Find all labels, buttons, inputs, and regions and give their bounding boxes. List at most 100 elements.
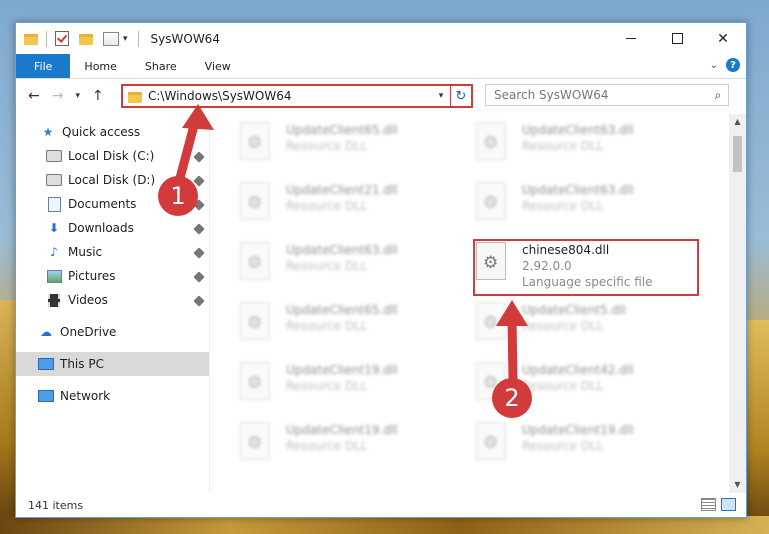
file-type: Resource DLL xyxy=(286,319,368,333)
pin-icon[interactable] xyxy=(193,246,205,259)
pin-icon[interactable] xyxy=(193,222,205,235)
main-body: ★ Quick access Local Disk (C:) Local Dis… xyxy=(16,114,746,493)
file-name: UpdateClient19.dll xyxy=(286,423,398,437)
pin-icon[interactable] xyxy=(193,174,205,187)
file-name: UpdateClient19.dll xyxy=(522,423,634,437)
divider xyxy=(46,30,47,47)
forward-arrow-icon[interactable]: → xyxy=(52,88,64,104)
address-bar[interactable]: C:\Windows\SysWOW64 ▾ ↻ xyxy=(121,84,473,108)
document-icon xyxy=(46,196,62,212)
file-name: UpdateClient5.dll xyxy=(522,303,626,317)
file-type: Resource DLL xyxy=(286,139,368,153)
file-type: Resource DLL xyxy=(522,139,604,153)
help-icon[interactable]: ? xyxy=(726,58,740,72)
nav-item-music[interactable]: ♪ Music xyxy=(16,240,209,264)
pin-icon[interactable] xyxy=(193,294,205,307)
scroll-up-icon[interactable]: ▲ xyxy=(729,114,746,130)
file-type: Resource DLL xyxy=(286,259,368,273)
nav-item-local-disk-c[interactable]: Local Disk (C:) xyxy=(16,144,209,168)
file-type: Resource DLL xyxy=(522,199,604,213)
nav-item-quick-access[interactable]: ★ Quick access xyxy=(16,120,209,144)
tab-file[interactable]: File xyxy=(16,54,71,78)
search-icon[interactable]: ⌕ xyxy=(708,88,728,103)
folder-icon xyxy=(24,34,38,45)
back-arrow-icon[interactable]: ← xyxy=(28,88,40,104)
tiles-view-icon[interactable] xyxy=(721,498,736,511)
nav-item-label: OneDrive xyxy=(60,325,117,339)
view-toggle-buttons xyxy=(701,498,736,511)
minimize-icon xyxy=(626,38,636,39)
details-view-icon[interactable] xyxy=(701,498,716,511)
refresh-icon[interactable]: ↻ xyxy=(450,86,471,106)
nav-item-onedrive[interactable]: ☁ OneDrive xyxy=(16,320,209,344)
dll-file-icon xyxy=(240,302,270,340)
folder-icon xyxy=(128,91,142,103)
new-folder-icon[interactable] xyxy=(79,34,93,45)
chevron-down-icon[interactable]: ▾ xyxy=(123,34,128,44)
dll-file-icon xyxy=(476,182,506,220)
step-1-badge: 1 xyxy=(158,176,198,216)
minimize-button[interactable] xyxy=(608,23,654,54)
expand-ribbon-icon[interactable]: ⌄ xyxy=(710,60,718,71)
address-dropdown-icon[interactable]: ▾ xyxy=(432,91,450,101)
scroll-thumb[interactable] xyxy=(733,136,742,172)
disk-icon xyxy=(46,172,62,188)
file-item[interactable]: UpdateClient65.dll Resource DLL xyxy=(240,302,440,352)
vertical-scrollbar[interactable]: ▲ ▼ xyxy=(729,114,746,493)
close-button[interactable]: ✕ xyxy=(700,23,746,54)
file-name: UpdateClient65.dll xyxy=(286,123,398,137)
window-controls: ✕ xyxy=(608,23,746,54)
nav-item-pictures[interactable]: Pictures xyxy=(16,264,209,288)
nav-item-network[interactable]: Network xyxy=(16,384,209,408)
search-box[interactable]: Search SysWOW64 ⌕ xyxy=(485,84,729,106)
tab-share[interactable]: Share xyxy=(131,54,191,78)
customize-toolbar-icon[interactable] xyxy=(103,31,119,46)
nav-item-label: Pictures xyxy=(68,269,116,283)
file-item[interactable]: UpdateClient19.dll Resource DLL xyxy=(476,422,676,472)
file-name: UpdateClient63.dll xyxy=(522,123,634,137)
desktop-background-bottom xyxy=(0,516,769,534)
network-icon xyxy=(38,388,54,404)
nav-item-videos[interactable]: Videos xyxy=(16,288,209,312)
music-icon: ♪ xyxy=(50,245,58,259)
dll-file-icon xyxy=(476,122,506,160)
dll-file-icon xyxy=(240,122,270,160)
file-type: Resource DLL xyxy=(522,439,604,453)
pin-icon[interactable] xyxy=(193,150,205,163)
address-path[interactable]: C:\Windows\SysWOW64 xyxy=(148,89,432,103)
nav-item-label: This PC xyxy=(60,357,104,371)
nav-item-label: Quick access xyxy=(62,125,141,139)
dll-file-icon xyxy=(476,422,506,460)
highlight-box-chinese804 xyxy=(473,239,699,296)
divider xyxy=(137,30,139,47)
scroll-down-icon[interactable]: ▼ xyxy=(729,477,746,493)
file-item[interactable]: UpdateClient21.dll Resource DLL xyxy=(240,182,440,232)
tab-view[interactable]: View xyxy=(191,54,245,78)
navigation-pane: ★ Quick access Local Disk (C:) Local Dis… xyxy=(16,114,210,493)
pin-icon[interactable] xyxy=(193,270,205,283)
file-item[interactable]: UpdateClient63.dll Resource DLL xyxy=(476,182,676,232)
search-input[interactable]: Search SysWOW64 xyxy=(486,88,708,102)
file-name: UpdateClient65.dll xyxy=(286,303,398,317)
nav-item-this-pc[interactable]: This PC xyxy=(16,352,209,376)
file-item[interactable]: UpdateClient65.dll Resource DLL xyxy=(240,122,440,172)
dll-file-icon xyxy=(240,242,270,280)
file-item[interactable]: UpdateClient19.dll Resource DLL xyxy=(240,362,440,412)
properties-check-icon[interactable] xyxy=(55,31,69,46)
file-name: UpdateClient42.dll xyxy=(522,363,634,377)
recent-locations-chevron-icon[interactable]: ▾ xyxy=(75,91,80,101)
file-item[interactable]: UpdateClient19.dll Resource DLL xyxy=(240,422,440,472)
nav-item-label: Local Disk (D:) xyxy=(68,173,156,187)
file-item[interactable]: UpdateClient5.dll Resource DLL xyxy=(476,302,676,352)
maximize-button[interactable] xyxy=(654,23,700,54)
nav-item-downloads[interactable]: ⬇ Downloads xyxy=(16,216,209,240)
title-bar: ▾ SysWOW64 ✕ xyxy=(16,23,746,54)
file-item[interactable]: UpdateClient63.dll Resource DLL xyxy=(240,242,440,292)
up-arrow-icon[interactable]: ↑ xyxy=(92,88,104,104)
file-list: UpdateClient65.dll Resource DLL UpdateCli… xyxy=(210,114,746,493)
file-type: Resource DLL xyxy=(522,319,604,333)
tab-home[interactable]: Home xyxy=(70,54,130,78)
navigation-buttons: ← → ▾ ↑ xyxy=(16,88,124,104)
close-icon: ✕ xyxy=(717,30,729,47)
file-item[interactable]: UpdateClient63.dll Resource DLL xyxy=(476,122,676,172)
